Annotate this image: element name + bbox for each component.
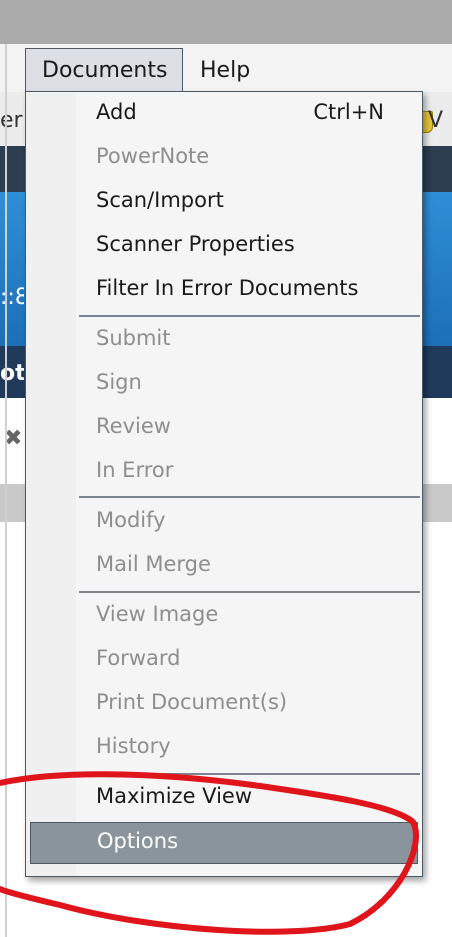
menu-item-submit[interactable]: Submit: [30, 320, 418, 362]
documents-dropdown-menu: Add Ctrl+N PowerNote Scan/Import Scanner…: [25, 91, 423, 877]
menu-item-powernote[interactable]: PowerNote: [30, 138, 418, 180]
menu-item-label: Scan/Import: [96, 188, 224, 212]
menu-separator: [79, 496, 420, 498]
menu-help[interactable]: Help: [190, 48, 260, 92]
title-bar: [0, 0, 452, 44]
menu-item-in-error[interactable]: In Error: [30, 452, 418, 494]
toolbar-partial-label-left[interactable]: er: [0, 108, 24, 133]
menu-item-scanner-properties[interactable]: Scanner Properties: [30, 226, 418, 268]
menu-item-label: Modify: [96, 508, 166, 532]
menu-item-print-documents[interactable]: Print Document(s): [30, 684, 418, 726]
menu-item-label: Submit: [96, 326, 171, 350]
window-edge: [5, 44, 7, 937]
menu-item-label: Forward: [96, 646, 181, 670]
menu-item-label: PowerNote: [96, 144, 210, 168]
menu-item-label: In Error: [96, 458, 174, 482]
menu-item-label: Maximize View: [96, 784, 252, 808]
menu-item-label: Add: [96, 100, 137, 124]
menu-item-modify[interactable]: Modify: [30, 502, 418, 544]
menu-item-scan-import[interactable]: Scan/Import: [30, 182, 418, 224]
menu-item-label: Filter In Error Documents: [96, 276, 359, 300]
menu-item-history[interactable]: History: [30, 728, 418, 770]
menu-item-label: Print Document(s): [96, 690, 288, 714]
menu-item-view-image[interactable]: View Image: [30, 596, 418, 638]
tab-partial-label[interactable]: ot: [0, 361, 24, 386]
menu-item-sign[interactable]: Sign: [30, 364, 418, 406]
menu-separator: [79, 315, 420, 317]
menu-documents[interactable]: Documents: [25, 48, 183, 92]
menu-item-label: View Image: [96, 602, 219, 626]
menu-separator: [79, 773, 420, 775]
menu-item-label: History: [96, 734, 171, 758]
menu-item-shortcut: Ctrl+N: [313, 100, 384, 124]
menu-item-options[interactable]: Options: [30, 822, 418, 864]
toolbar-partial-label-right[interactable]: V: [428, 108, 443, 133]
menu-item-label: Options: [97, 829, 179, 853]
menu-item-mail-merge[interactable]: Mail Merge: [30, 546, 418, 588]
app-window: Documents Help er V ::8 ot ✖ Add Ctrl+N …: [0, 0, 452, 937]
menu-item-label: Sign: [96, 370, 142, 394]
menu-item-forward[interactable]: Forward: [30, 640, 418, 682]
menu-item-label: Scanner Properties: [96, 232, 295, 256]
menu-item-label: Review: [96, 414, 171, 438]
menu-item-review[interactable]: Review: [30, 408, 418, 450]
banner-partial-text: ::8: [0, 285, 24, 310]
menu-item-add[interactable]: Add Ctrl+N: [30, 94, 418, 136]
menu-separator: [79, 591, 420, 593]
menu-item-maximize-view[interactable]: Maximize View: [30, 778, 418, 820]
menu-item-filter-in-error-documents[interactable]: Filter In Error Documents: [30, 270, 418, 312]
menu-item-label: Mail Merge: [96, 552, 211, 576]
